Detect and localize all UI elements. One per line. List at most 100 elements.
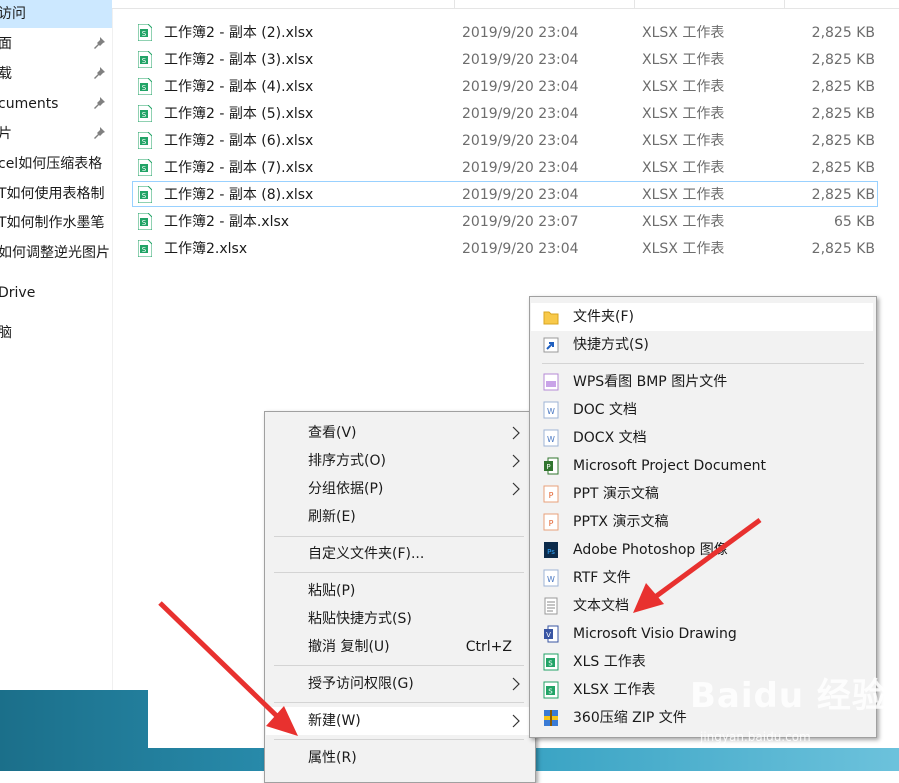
nav-item-documents[interactable]: cuments [0,90,112,118]
nav-item-label: cuments [0,96,59,112]
file-name: 工作簿2 - 副本 (3).xlsx [164,52,314,68]
nav-item-this-pc[interactable]: 脑 [0,319,112,347]
file-row[interactable]: S 工作簿2 - 副本 (6).xlsx 2019/9/20 23:04 XLS… [132,127,878,153]
nav-item-label: 如何调整逆光图片 [0,245,110,261]
new-item-bmp[interactable]: WPS看图 BMP 图片文件 [531,368,873,396]
menu-item-customize-folder[interactable]: 自定义文件夹(F)... [266,540,532,568]
menu-item-refresh[interactable]: 刷新(E) [266,503,532,531]
menu-item-label: RTF 文件 [573,570,631,586]
file-row[interactable]: S 工作簿2.xlsx 2019/9/20 23:04 XLSX 工作表 2,8… [132,235,878,261]
file-name: 工作簿2 - 副本.xlsx [164,214,290,230]
svg-text:S: S [142,219,147,227]
new-item-project[interactable]: P Microsoft Project Document [531,452,873,480]
menu-item-group[interactable]: 分组依据(P) [266,475,532,503]
new-item-zip[interactable]: 360压缩 ZIP 文件 [531,704,873,732]
svg-text:S: S [548,688,553,696]
file-name: 工作簿2 - 副本 (7).xlsx [164,160,314,176]
file-name: 工作簿2 - 副本 (8).xlsx [164,187,314,203]
new-item-folder[interactable]: 文件夹(F) [531,303,873,331]
nav-item-folder[interactable]: T如何制作水墨笔 [0,209,112,237]
new-item-rtf[interactable]: W RTF 文件 [531,564,873,592]
file-name: 工作簿2 - 副本 (4).xlsx [164,79,314,95]
file-type: XLSX 工作表 [642,241,725,257]
doc-icon: W [543,401,559,419]
file-type: XLSX 工作表 [642,160,725,176]
svg-text:Ps: Ps [547,548,555,556]
file-row[interactable]: S 工作簿2 - 副本 (4).xlsx 2019/9/20 23:04 XLS… [132,73,878,99]
svg-text:W: W [547,575,555,584]
column-divider[interactable] [634,0,635,8]
nav-item-label: cel如何压缩表格 [0,156,103,172]
menu-item-shortcut: Ctrl+Z [465,639,512,655]
menu-item-view[interactable]: 查看(V) [266,419,532,447]
new-item-xls[interactable]: S XLS 工作表 [531,648,873,676]
file-size: 2,825 KB [811,52,875,68]
file-row[interactable]: S 工作簿2 - 副本 (5).xlsx 2019/9/20 23:04 XLS… [132,100,878,126]
new-item-docx[interactable]: W DOCX 文档 [531,424,873,452]
menu-item-label: XLSX 工作表 [573,682,656,698]
rtf-icon: W [543,569,559,587]
nav-item-folder[interactable]: 如何调整逆光图片 [0,239,112,267]
menu-item-label: DOCX 文档 [573,430,647,446]
nav-item-downloads[interactable]: 载 [0,60,112,88]
file-size: 2,825 KB [811,187,875,203]
file-date: 2019/9/20 23:04 [462,25,579,41]
column-divider[interactable] [454,0,455,8]
menu-item-grant-access[interactable]: 授予访问权限(G) [266,670,532,698]
file-type: XLSX 工作表 [642,106,725,122]
menu-item-paste[interactable]: 粘贴(P) [266,577,532,605]
menu-item-label: 属性(R) [308,750,357,766]
menu-item-paste-shortcut[interactable]: 粘贴快捷方式(S) [266,605,532,633]
file-row[interactable]: S 工作簿2 - 副本.xlsx 2019/9/20 23:07 XLSX 工作… [132,208,878,234]
nav-item-pictures[interactable]: 片 [0,120,112,148]
nav-item-folder[interactable]: T如何使用表格制 [0,180,112,208]
file-type: XLSX 工作表 [642,187,725,203]
file-size: 2,825 KB [811,160,875,176]
new-item-ppt[interactable]: P PPT 演示文稿 [531,480,873,508]
pin-icon [94,97,105,109]
svg-text:S: S [142,84,147,92]
file-name: 工作簿2 - 副本 (6).xlsx [164,133,314,149]
nav-item-desktop[interactable]: 面 [0,30,112,58]
menu-item-label: Microsoft Visio Drawing [573,626,737,642]
menu-item-label: 自定义文件夹(F)... [308,546,425,562]
nav-item-quick-access[interactable]: 访问 [0,0,112,28]
xlsx-file-icon: S [138,51,152,68]
docx-icon: W [543,429,559,447]
menu-item-properties[interactable]: 属性(R) [266,744,532,772]
new-item-pptx[interactable]: P PPTX 演示文稿 [531,508,873,536]
svg-text:P: P [549,491,554,500]
nav-item-folder[interactable]: cel如何压缩表格 [0,150,112,178]
text-document-icon [544,597,558,615]
menu-item-new[interactable]: 新建(W) [266,707,532,735]
nav-item-label: 访问 [0,6,26,22]
menu-item-undo-copy[interactable]: 撤消 复制(U) Ctrl+Z [266,633,532,661]
new-item-visio[interactable]: V Microsoft Visio Drawing [531,620,873,648]
new-item-text-document[interactable]: 文本文档 [531,592,873,620]
new-item-shortcut[interactable]: 快捷方式(S) [531,331,873,359]
svg-text:S: S [142,57,147,65]
file-row-selected[interactable]: S 工作簿2 - 副本 (8).xlsx 2019/9/20 23:04 XLS… [132,181,878,207]
menu-item-label: 粘贴(P) [308,583,356,599]
new-item-xlsx[interactable]: S XLSX 工作表 [531,676,873,704]
menu-item-sort[interactable]: 排序方式(O) [266,447,532,475]
file-row[interactable]: S 工作簿2 - 副本 (2).xlsx 2019/9/20 23:04 XLS… [132,19,878,45]
new-item-photoshop[interactable]: Ps Adobe Photoshop 图像 [531,536,873,564]
project-icon: P [544,457,559,475]
pin-icon [94,127,105,139]
nav-item-onedrive[interactable]: Drive [0,279,112,307]
navigation-pane: 访问 面 载 cuments 片 cel如何压缩表格 T如何使用表格制 T如何制… [0,0,113,690]
menu-item-label: 360压缩 ZIP 文件 [573,710,687,726]
file-row[interactable]: S 工作簿2 - 副本 (7).xlsx 2019/9/20 23:04 XLS… [132,154,878,180]
file-date: 2019/9/20 23:04 [462,241,579,257]
menu-item-label: 查看(V) [308,425,357,441]
column-header[interactable] [112,0,899,9]
visio-icon: V [544,625,559,643]
menu-separator [274,536,524,537]
menu-item-label: 文本文档 [573,598,629,614]
file-row[interactable]: S 工作簿2 - 副本 (3).xlsx 2019/9/20 23:04 XLS… [132,46,878,72]
file-type: XLSX 工作表 [642,52,725,68]
file-date: 2019/9/20 23:04 [462,52,579,68]
column-divider[interactable] [784,0,785,8]
new-item-doc[interactable]: W DOC 文档 [531,396,873,424]
